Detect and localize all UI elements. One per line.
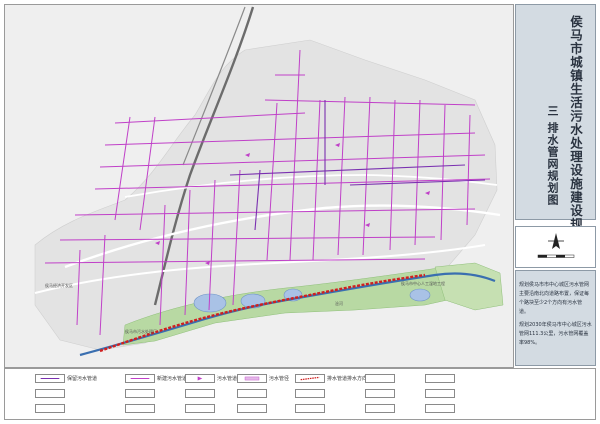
north-arrow-scale — [515, 226, 596, 268]
legend-empty-slot — [185, 389, 215, 398]
legend-empty-slot — [237, 389, 267, 398]
planned-pipe-symbol — [125, 374, 155, 383]
legend-empty-slot — [425, 389, 455, 398]
north-arrow-icon — [548, 233, 564, 249]
note-text: 规划2030年侯马市中心城区污水管网111.3公里，污水管网覆盖率98%。 — [519, 322, 592, 346]
title-panel: 侯马市城镇生活污水处理设施建设规划 三 排水管网规划图 — [515, 4, 596, 245]
legend-empty-slot — [295, 389, 325, 398]
legend-empty-slot — [425, 404, 455, 413]
legend-label: 新建污水管道 — [157, 376, 188, 382]
legend-empty-slot — [295, 404, 325, 413]
plan-title: 侯马市城镇生活污水处理设施建设规划 — [568, 15, 583, 245]
map-label: 侯马经济开发区 — [45, 282, 73, 288]
legend-empty-slot — [35, 389, 65, 398]
legend-empty-slot — [35, 404, 65, 413]
legend-empty-slot — [365, 374, 395, 383]
legend-empty-slot — [185, 404, 215, 413]
existing-pipe-symbol — [35, 374, 65, 383]
legend-empty-slot — [125, 404, 155, 413]
legend-empty-slot — [425, 374, 455, 383]
pipe-size-symbol — [237, 374, 267, 383]
notes-panel: 规划侯马市市中心城区污水管网主要沿南北向道路布置，保证每个路块至少2个方向有污水… — [515, 270, 596, 366]
legend-empty-slot — [365, 404, 395, 413]
legend: 保留污水管道 新建污水管道 污水管道排水方向 污水管径 排水管道排水方向 — [4, 368, 596, 420]
map-subtitle: 三 排水管网规划图 — [546, 105, 559, 206]
legend-label: 保留污水管道 — [67, 376, 98, 382]
legend-label: 污水管径 — [269, 376, 290, 382]
lake — [409, 288, 431, 302]
main-flow-symbol — [295, 374, 325, 383]
flow-arrow-icon — [185, 374, 215, 383]
legend-empty-slot — [365, 389, 395, 398]
drainage-map: 侯马经济开发区 浍河 侯马市污水处理厂 侯马市中心人工湿地工程 — [4, 4, 514, 368]
map-label: 侯马市污水处理厂 — [125, 328, 157, 334]
map-label: 浍河 — [335, 300, 343, 306]
map-label: 侯马市中心人工湿地工程 — [401, 280, 445, 286]
legend-label: 排水管道排水方向 — [327, 376, 368, 382]
legend-empty-slot — [125, 389, 155, 398]
legend-empty-slot — [237, 404, 267, 413]
sidebar: 侯马市城镇生活污水处理设施建设规划 三 排水管网规划图 规划侯马市市中心城区污水… — [515, 4, 596, 366]
map-sheet: 侯马经济开发区 浍河 侯马市污水处理厂 侯马市中心人工湿地工程 侯马市城镇生活污… — [0, 0, 600, 424]
note-text: 规划侯马市市中心城区污水管网主要沿南北向道路布置，保证每个路块至少2个方向有污水… — [519, 282, 590, 315]
scale-bar — [537, 254, 575, 258]
